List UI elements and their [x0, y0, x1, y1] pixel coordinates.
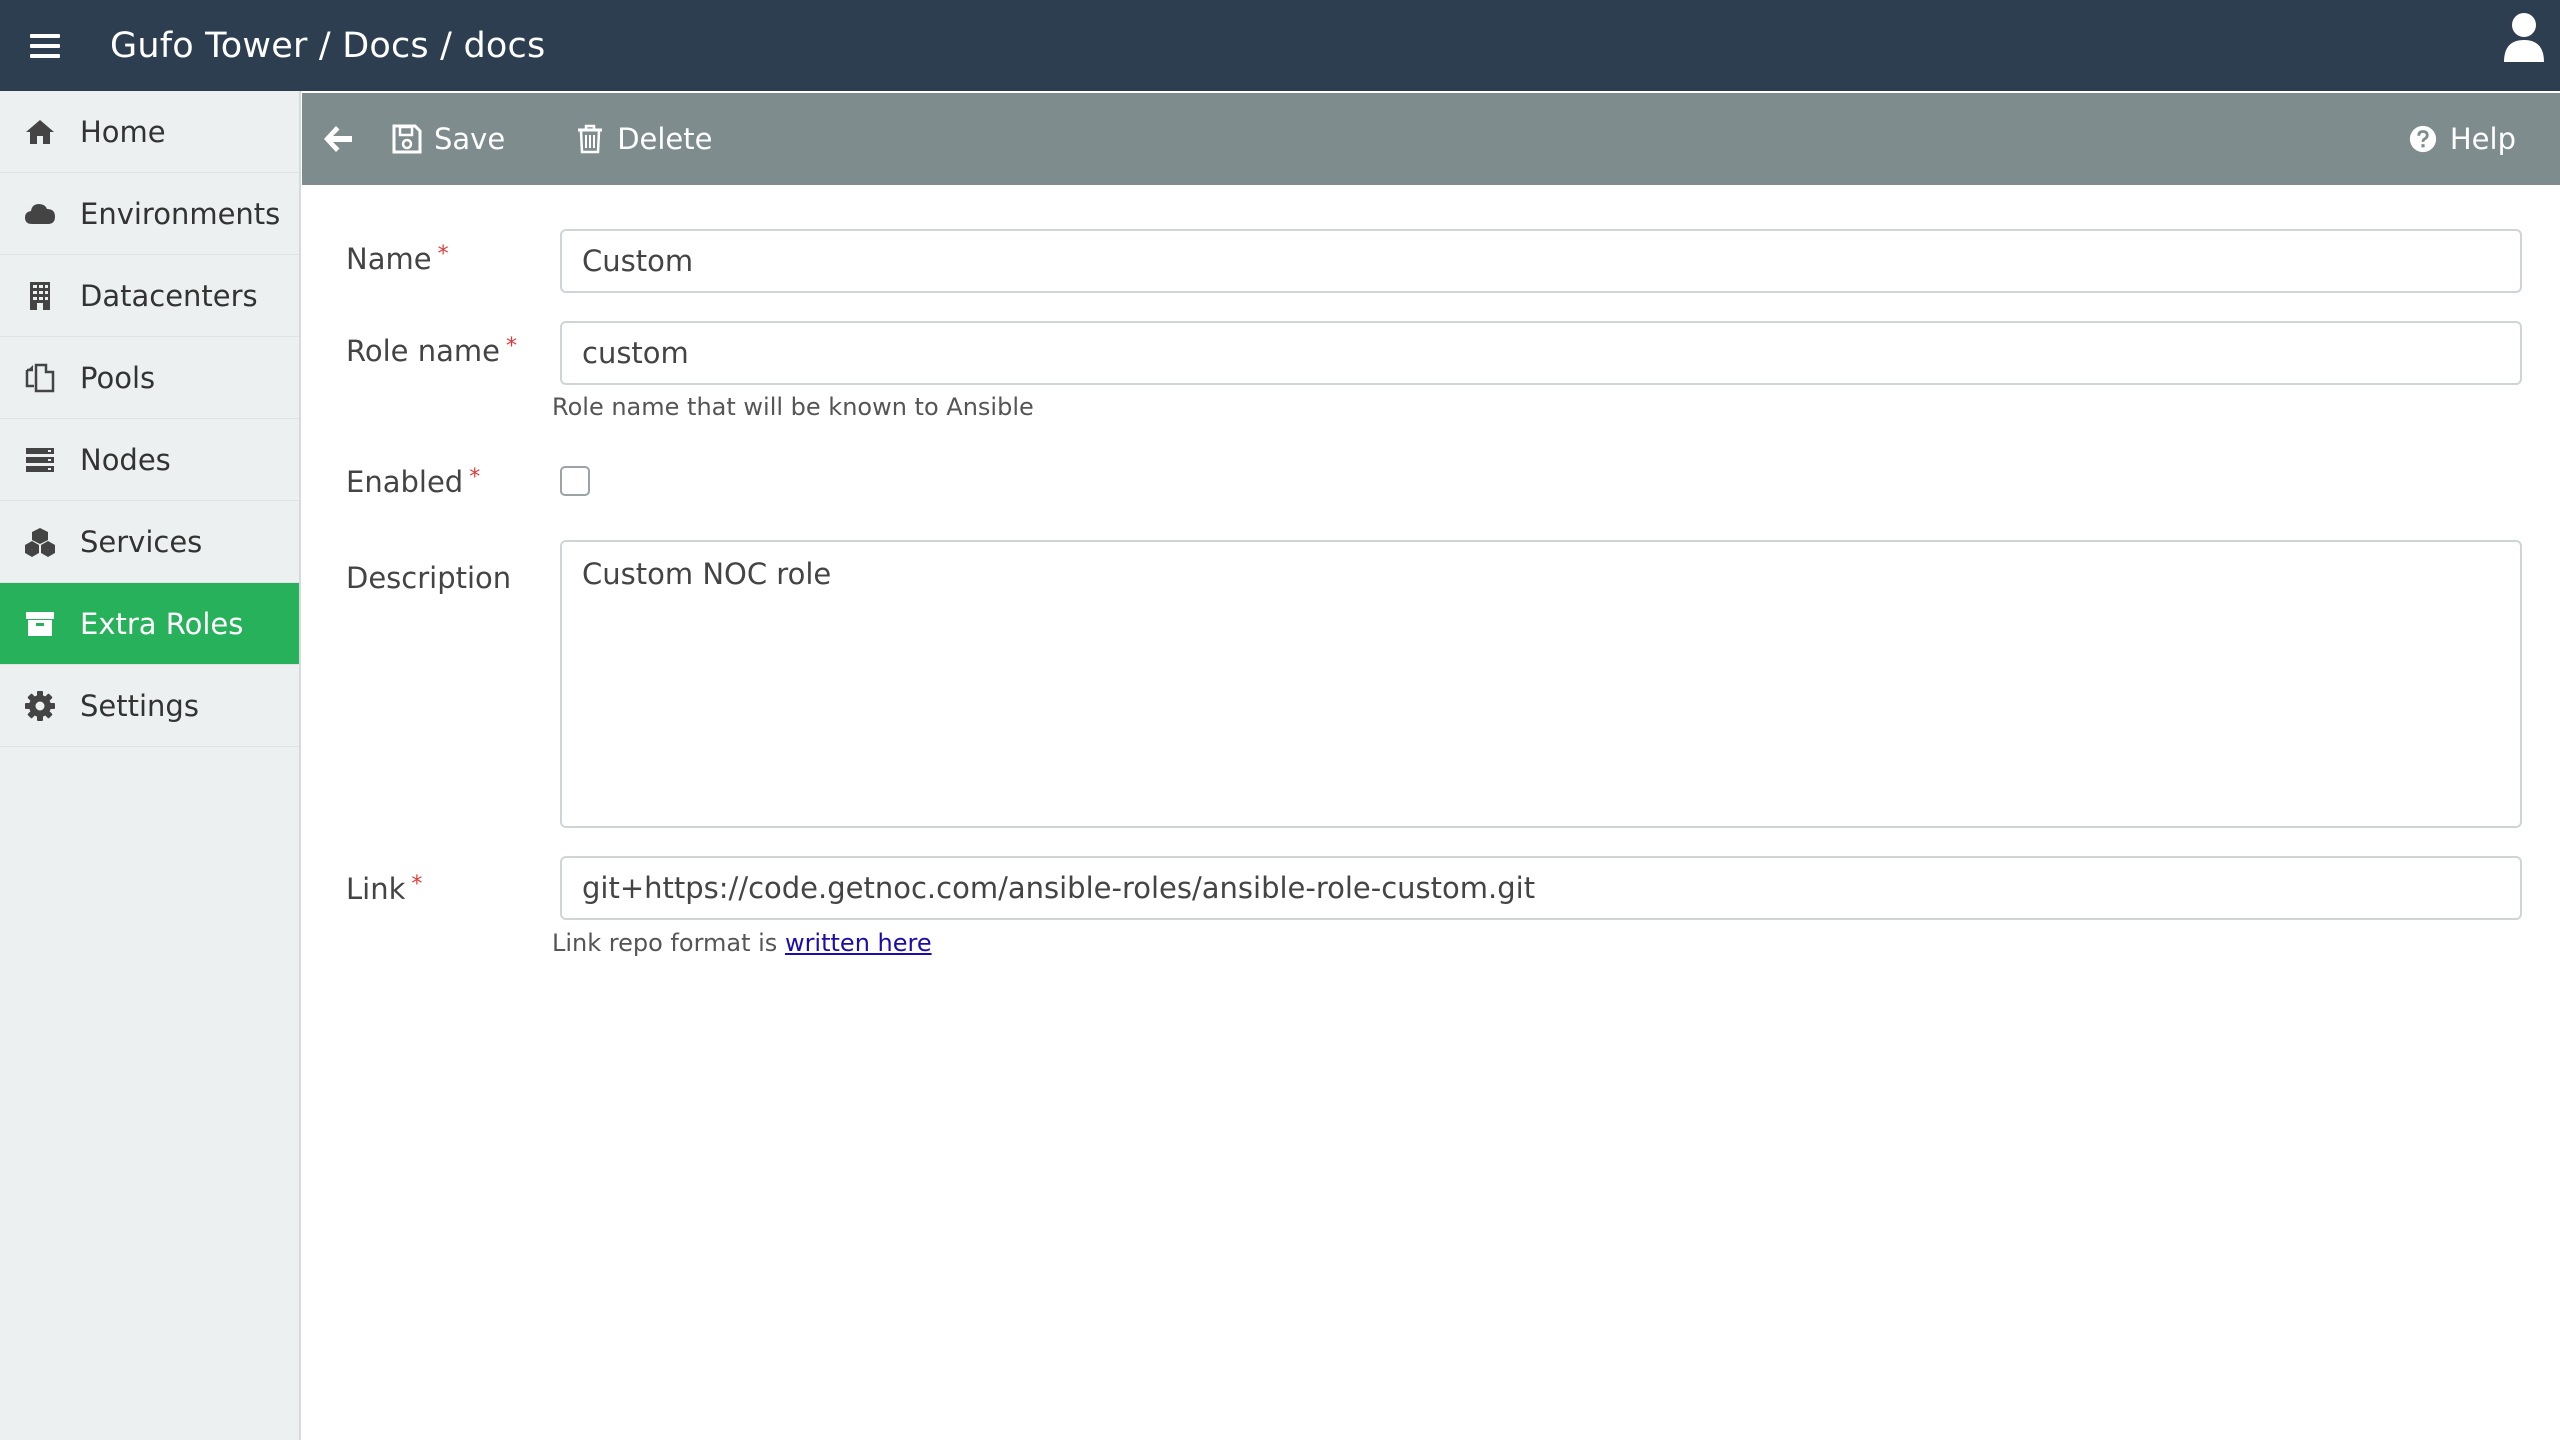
role-name-help: Role name that will be known to Ansible — [552, 393, 1034, 421]
enabled-checkbox[interactable] — [560, 466, 590, 496]
archive-icon — [0, 583, 80, 665]
link-format-link[interactable]: written here — [785, 929, 932, 957]
sidebar-item-services[interactable]: Services — [0, 501, 299, 583]
sidebar-item-label: Nodes — [80, 442, 171, 477]
server-icon — [0, 419, 80, 501]
delete-label: Delete — [617, 122, 713, 156]
cubes-icon — [0, 501, 80, 583]
required-marker: * — [437, 242, 449, 267]
sidebar-item-label: Datacenters — [80, 278, 258, 313]
save-icon — [392, 124, 422, 154]
link-help-text: Link repo format is — [552, 929, 785, 957]
cloud-icon — [0, 173, 80, 255]
help-label: Help — [2449, 122, 2516, 156]
sidebar: Home Environments Datacenters Pools Node… — [0, 91, 301, 1440]
link-help: Link repo format is written here — [552, 929, 932, 957]
home-icon — [0, 91, 80, 173]
link-input[interactable] — [560, 856, 2522, 920]
description-textarea[interactable]: Custom NOC role — [560, 540, 2522, 828]
gear-icon — [0, 665, 80, 747]
role-form: Name* Role name* Role name that will be … — [302, 185, 2560, 1440]
sidebar-item-label: Pools — [80, 360, 156, 395]
trash-icon — [578, 124, 603, 154]
sidebar-item-nodes[interactable]: Nodes — [0, 419, 299, 501]
enabled-label: Enabled * — [346, 465, 481, 499]
sidebar-item-label: Services — [80, 524, 203, 559]
sidebar-item-label: Environments — [80, 196, 281, 231]
sidebar-item-label: Settings — [80, 688, 199, 723]
arrow-left-icon — [324, 126, 352, 152]
top-bar: Gufo Tower / Docs / docs — [0, 0, 2560, 91]
sidebar-item-datacenters[interactable]: Datacenters — [0, 255, 299, 337]
description-label: Description — [346, 561, 512, 595]
sidebar-item-home[interactable]: Home — [0, 91, 299, 173]
sidebar-item-label: Home — [80, 114, 166, 149]
sidebar-item-label: Extra Roles — [80, 606, 244, 641]
link-label: Link * — [346, 872, 423, 906]
name-input[interactable] — [560, 229, 2522, 293]
sidebar-item-pools[interactable]: Pools — [0, 337, 299, 419]
save-label: Save — [434, 122, 506, 156]
delete-button[interactable]: Delete — [575, 93, 712, 185]
help-button[interactable]: Help — [2408, 93, 2516, 185]
required-marker: * — [505, 334, 517, 359]
copy-icon — [0, 337, 80, 419]
required-marker: * — [469, 465, 481, 490]
page-title: Gufo Tower / Docs / docs — [110, 25, 546, 66]
role-name-label: Role name * — [346, 334, 517, 368]
name-label: Name * — [346, 242, 449, 276]
sidebar-item-settings[interactable]: Settings — [0, 665, 299, 747]
sidebar-item-extra-roles[interactable]: Extra Roles — [0, 583, 299, 665]
back-button[interactable] — [302, 93, 392, 185]
user-icon[interactable] — [2502, 12, 2546, 64]
save-button[interactable]: Save — [392, 93, 505, 185]
sidebar-item-environments[interactable]: Environments — [0, 173, 299, 255]
building-icon — [0, 255, 80, 337]
hamburger-icon[interactable] — [0, 0, 90, 91]
required-marker: * — [411, 872, 423, 897]
toolbar: Save Delete Help — [302, 93, 2560, 185]
role-name-input[interactable] — [560, 321, 2522, 385]
question-circle-icon — [2409, 125, 2436, 153]
